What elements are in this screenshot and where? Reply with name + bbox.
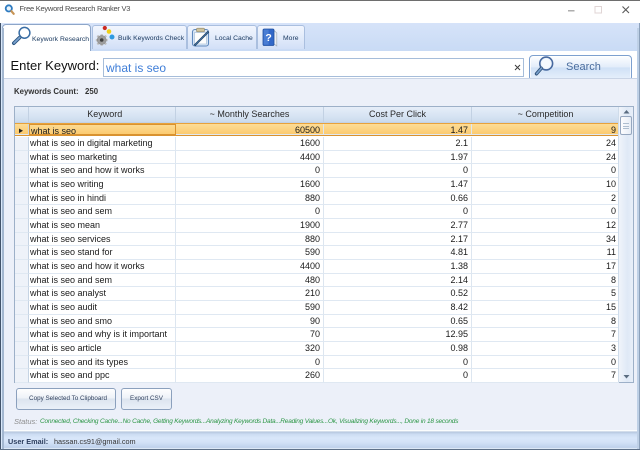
svg-text:?: ? <box>265 32 271 44</box>
